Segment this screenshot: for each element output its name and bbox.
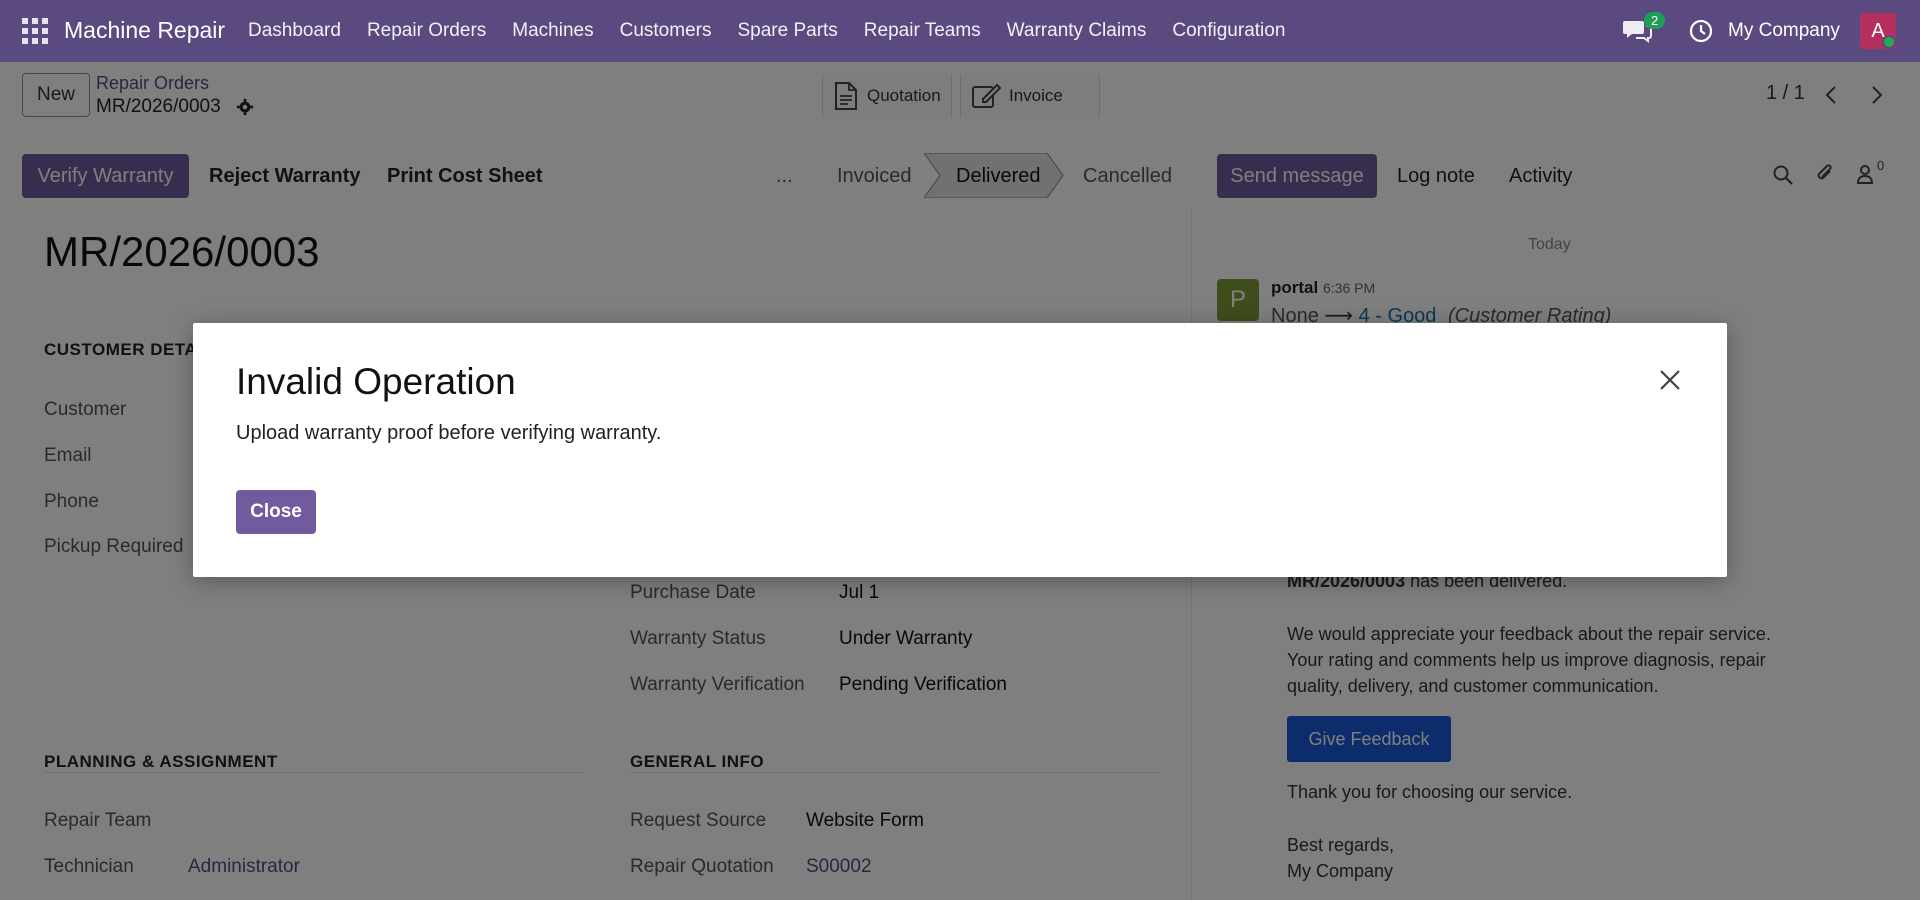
menu-item-repair-teams[interactable]: Repair Teams — [864, 20, 981, 42]
menu-item-dashboard[interactable]: Dashboard — [248, 20, 341, 42]
chat-count-badge: 2 — [1644, 12, 1666, 29]
apps-menu-icon[interactable] — [22, 18, 48, 44]
app-brand[interactable]: Machine Repair — [64, 17, 225, 44]
top-navbar: Machine Repair Dashboard Repair Orders M… — [0, 0, 1920, 62]
close-icon[interactable] — [1658, 368, 1682, 392]
menu-item-configuration[interactable]: Configuration — [1172, 20, 1285, 42]
dialog-title: Invalid Operation — [236, 361, 516, 402]
menu-item-customers[interactable]: Customers — [620, 20, 712, 42]
activity-clock-icon[interactable] — [1688, 18, 1714, 44]
company-switcher[interactable]: My Company — [1728, 20, 1840, 42]
online-status-dot — [1882, 35, 1896, 49]
main-menu: Dashboard Repair Orders Machines Custome… — [248, 20, 1285, 42]
dialog-close-button[interactable]: Close — [236, 490, 316, 534]
dialog-message: Upload warranty proof before verifying w… — [236, 422, 662, 444]
error-dialog: Invalid Operation Upload warranty proof … — [193, 323, 1727, 577]
menu-item-machines[interactable]: Machines — [512, 20, 593, 42]
menu-item-spare-parts[interactable]: Spare Parts — [737, 20, 837, 42]
menu-item-repair-orders[interactable]: Repair Orders — [367, 20, 486, 42]
menu-item-warranty-claims[interactable]: Warranty Claims — [1007, 20, 1147, 42]
